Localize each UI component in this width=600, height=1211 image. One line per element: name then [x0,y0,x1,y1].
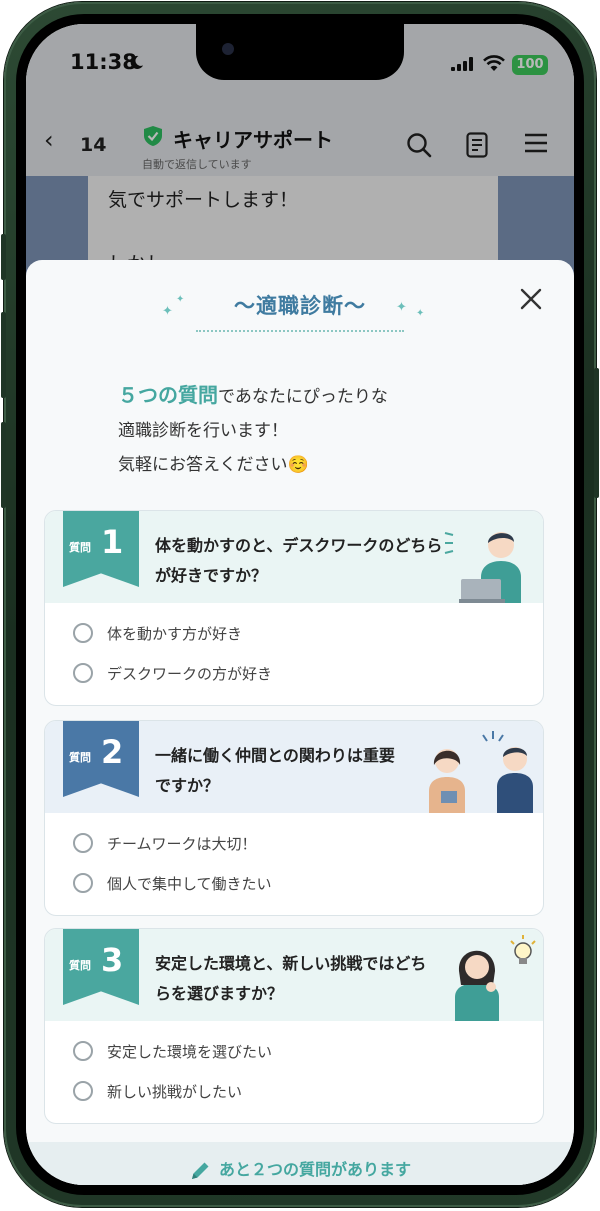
question-card-1: 質問 1 体を動かすのと、デスクワークのどちらが好きですか？ 体を動かす方が好き… [44,510,544,706]
intro-text: ５つの質問であなたにぴったりな 適職診断を行います！ 気軽にお答えください☺️ [118,378,388,482]
radio-button[interactable] [73,663,93,683]
intro-highlight: ５つの質問 [118,383,218,407]
intro-line2: 適職診断を行います！ [118,421,288,441]
radio-button[interactable] [73,623,93,643]
option-label: 個人で集中して働きたい [107,874,272,893]
question-card-3: 質問 3 安定した環境と、新しい挑戦ではどちらを選びますか？ 安定した環境を選び… [44,928,544,1124]
phone-screen: 11:38 100 ‹ 14 キャリアサポート 自動で返信しています 気でサポー… [26,24,574,1185]
answer-option[interactable]: 個人で集中して働きたい [73,869,272,897]
radio-button[interactable] [73,1041,93,1061]
question-number: 1 [101,523,124,561]
remaining-questions-banner[interactable]: あと２つの質問があります [26,1142,574,1185]
question-header: 質問 2 一緒に働く仲間との関わりは重要ですか？ [45,721,543,813]
answer-option[interactable]: デスクワークの方が好き [73,659,272,687]
question-label: 質問 [69,959,91,972]
question-ribbon: 質問 3 [63,929,139,1005]
question-header: 質問 3 安定した環境と、新しい挑戦ではどちらを選びますか？ [45,929,543,1021]
phone-side-button [1,312,6,398]
answer-option[interactable]: チームワークは大切！ [73,829,257,857]
pencil-icon [191,1162,209,1179]
radio-button[interactable] [73,873,93,893]
teamwork-illustration [429,731,533,813]
radio-button[interactable] [73,833,93,853]
thinking-woman-illustration [455,935,536,1021]
question-ribbon: 質問 2 [63,721,139,797]
question-number: 3 [101,941,124,979]
question-card-2: 質問 2 一緒に働く仲間との関わりは重要ですか？ チームワークは大切！ 個人で集… [44,720,544,916]
phone-side-button [594,368,599,498]
phone-side-button [1,422,6,508]
answer-option[interactable]: 体を動かす方が好き [73,619,242,647]
modal-title: ～適職診断～ [234,294,366,318]
option-label: 新しい挑戦がしたい [107,1082,243,1101]
intro-line3: 気軽にお答えください☺️ [118,455,309,475]
phone-frame: 11:38 100 ‹ 14 キャリアサポート 自動で返信しています 気でサポー… [1,2,599,1207]
question-header: 質問 1 体を動かすのと、デスクワークのどちらが好きですか？ [45,511,543,603]
question-label: 質問 [69,541,91,554]
answer-option[interactable]: 安定した環境を選びたい [73,1037,272,1065]
answer-option[interactable]: 新しい挑戦がしたい [73,1077,242,1105]
title-underline [196,330,404,332]
phone-side-button [1,234,6,280]
question-text: 安定した環境と、新しい挑戦ではどちらを選びますか？ [155,954,427,1003]
question-text: 一緒に働く仲間との関わりは重要ですか？ [155,746,395,795]
question-number: 2 [101,733,124,771]
diagnosis-modal: ✦ ✦ ✦ ✦ ～適職診断～ ５つの質問であなたにぴったりな 適職診断を行います… [26,260,574,1185]
question-ribbon: 質問 1 [63,511,139,587]
desk-worker-illustration [444,532,521,603]
intro-line1: であなたにぴったりな [218,387,388,407]
option-label: 体を動かす方が好き [107,624,243,643]
question-label: 質問 [69,751,91,764]
option-label: チームワークは大切！ [107,834,257,853]
option-label: デスクワークの方が好き [107,664,273,683]
question-text: 体を動かすのと、デスクワークのどちらが好きですか？ [155,536,443,585]
front-camera [222,43,234,55]
radio-button[interactable] [73,1081,93,1101]
remaining-questions-text: あと２つの質問があります [218,1160,411,1179]
option-label: 安定した環境を選びたい [107,1042,273,1061]
